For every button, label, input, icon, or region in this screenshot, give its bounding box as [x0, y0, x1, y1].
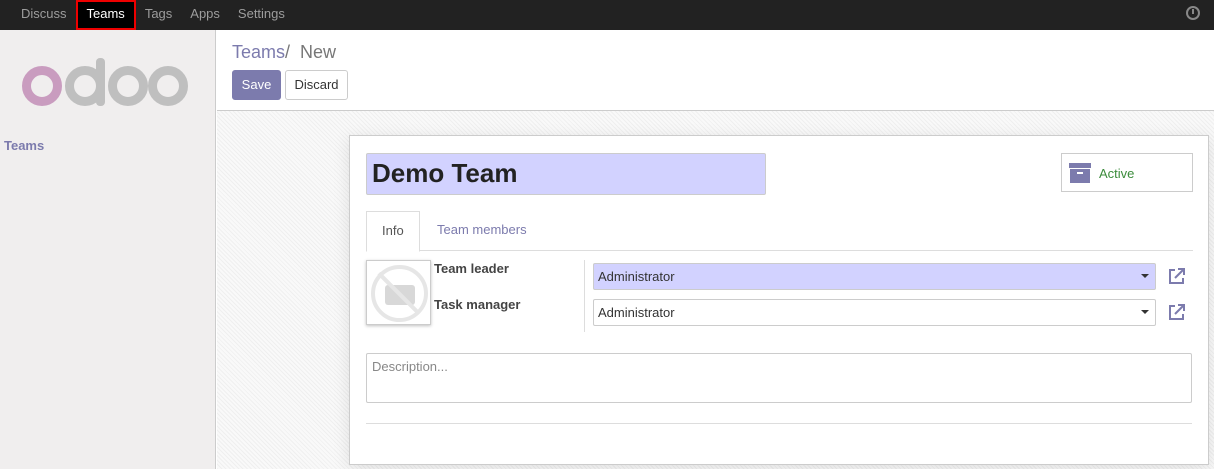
menu-item-tags[interactable]: Tags: [136, 0, 181, 30]
breadcrumb: Teams/ New: [232, 42, 336, 63]
active-label: Active: [1099, 166, 1135, 181]
external-link-icon[interactable]: [1167, 266, 1187, 286]
top-navbar: Discuss Teams Tags Apps Settings: [0, 0, 1214, 30]
tab-team-members[interactable]: Team members: [422, 211, 542, 251]
menu-item-apps[interactable]: Apps: [181, 0, 229, 30]
team-leader-select[interactable]: Administrator: [593, 263, 1156, 290]
control-panel: Teams/ New Save Discard: [217, 30, 1214, 111]
description-textarea[interactable]: Description...: [366, 353, 1192, 403]
team-leader-label: Team leader: [434, 261, 509, 276]
activity-clock-icon[interactable]: [1186, 6, 1200, 20]
discard-button[interactable]: Discard: [285, 70, 348, 100]
team-name-input[interactable]: Demo Team: [366, 153, 766, 195]
sidebar: Teams: [0, 30, 216, 469]
form-sheet: Demo Team Active Info Team members Team …: [349, 135, 1209, 465]
active-toggle-button[interactable]: Active: [1061, 153, 1193, 192]
task-manager-select[interactable]: Administrator: [593, 299, 1156, 326]
task-manager-value: Administrator: [598, 305, 675, 320]
archive-icon: [1069, 163, 1091, 183]
breadcrumb-teams-link[interactable]: Teams: [232, 42, 285, 62]
team-leader-value: Administrator: [598, 269, 675, 284]
logo-letter-o: [22, 66, 62, 106]
menu-item-settings[interactable]: Settings: [229, 0, 294, 30]
breadcrumb-current: New: [300, 42, 337, 62]
breadcrumb-separator: /: [285, 42, 291, 62]
app-menu: Discuss Teams Tags Apps Settings: [12, 0, 294, 30]
tab-info[interactable]: Info: [366, 211, 420, 252]
section-divider: [366, 423, 1192, 424]
form-tabs: Info Team members: [366, 211, 1193, 252]
save-button[interactable]: Save: [232, 70, 281, 100]
form-view: Demo Team Active Info Team members Team …: [217, 111, 1214, 469]
team-image-upload[interactable]: [366, 260, 431, 325]
task-manager-label: Task manager: [434, 297, 521, 312]
logo-letter-d-stem: [96, 58, 105, 106]
logo-letter-o: [148, 66, 188, 106]
chevron-down-icon: [1141, 274, 1149, 278]
odoo-logo[interactable]: [22, 58, 192, 110]
menu-item-discuss[interactable]: Discuss: [12, 0, 76, 30]
chevron-down-icon: [1141, 310, 1149, 314]
external-link-icon[interactable]: [1167, 302, 1187, 322]
logo-letter-o: [108, 66, 148, 106]
sidebar-item-teams[interactable]: Teams: [4, 138, 44, 153]
field-divider: [584, 260, 585, 332]
menu-item-teams[interactable]: Teams: [75, 0, 136, 30]
